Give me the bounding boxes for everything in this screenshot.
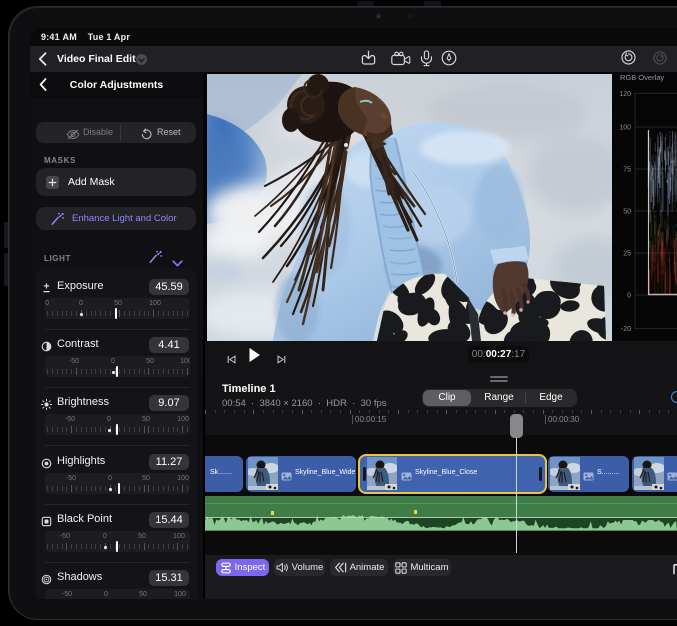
svg-text:-20: -20 [621, 326, 631, 333]
svg-text:50: 50 [623, 209, 631, 216]
svg-text:RGB Overlay: RGB Overlay [620, 73, 664, 82]
svg-text:25: 25 [623, 251, 631, 258]
svg-text:120: 120 [619, 91, 631, 98]
svg-text:100: 100 [619, 125, 631, 132]
svg-text:0: 0 [627, 293, 631, 300]
svg-text:75: 75 [623, 167, 631, 174]
